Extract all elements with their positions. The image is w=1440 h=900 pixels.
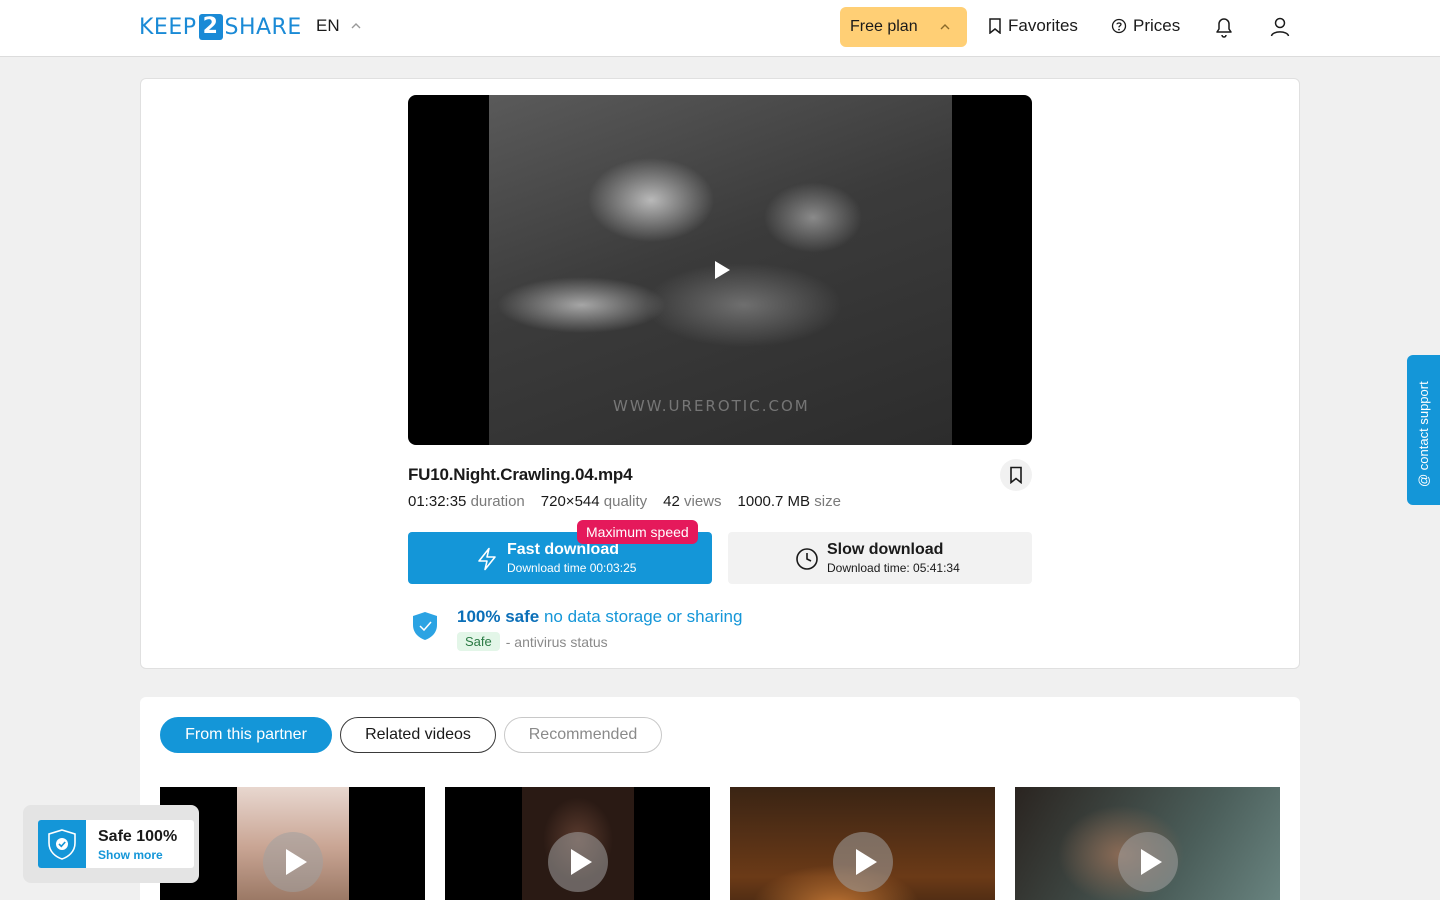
play-button[interactable] bbox=[548, 832, 608, 892]
safe-widget-shield bbox=[38, 820, 86, 868]
video-thumbnail[interactable] bbox=[445, 787, 710, 900]
help-circle-icon bbox=[1111, 18, 1127, 34]
logo-keep: KEEP bbox=[139, 14, 197, 40]
prices-link[interactable]: Prices bbox=[1111, 16, 1180, 36]
safety-light: no data storage or sharing bbox=[543, 607, 743, 626]
clock-icon bbox=[796, 548, 818, 570]
slow-download-title: Slow download bbox=[827, 541, 944, 558]
safe-widget-link[interactable]: Show more bbox=[98, 848, 163, 862]
free-plan-button[interactable]: Free plan bbox=[840, 7, 967, 47]
max-speed-badge: Maximum speed bbox=[577, 520, 698, 544]
logo-share: SHARE bbox=[224, 14, 302, 40]
chevron-up-icon bbox=[940, 24, 950, 30]
lightning-icon bbox=[478, 547, 496, 571]
antivirus-status: Safe - antivirus status bbox=[457, 632, 608, 651]
play-icon bbox=[571, 849, 592, 875]
bookmark-icon bbox=[1010, 466, 1022, 484]
shield-check-icon bbox=[48, 829, 76, 860]
video-thumbnail[interactable] bbox=[1015, 787, 1280, 900]
play-icon bbox=[856, 849, 877, 875]
antivirus-status-text: - antivirus status bbox=[505, 633, 608, 650]
slow-download-button[interactable]: Slow download Download time: 05:41:34 bbox=[728, 532, 1032, 584]
bell-icon[interactable] bbox=[1213, 15, 1235, 39]
tab-related-videos[interactable]: Related videos bbox=[340, 717, 496, 753]
play-button[interactable] bbox=[1118, 832, 1178, 892]
play-icon bbox=[1141, 849, 1162, 875]
suggestions-card: From this partner Related videos Recomme… bbox=[140, 697, 1300, 900]
play-icon[interactable] bbox=[713, 260, 731, 280]
favorites-link[interactable]: Favorites bbox=[988, 16, 1078, 36]
chevron-up-icon bbox=[351, 23, 361, 29]
video-thumbnail[interactable] bbox=[160, 787, 425, 900]
top-header: KEEP 2 SHARE EN Free plan Favorites Pric… bbox=[0, 0, 1440, 57]
prices-label: Prices bbox=[1133, 16, 1181, 35]
plan-label: Free plan bbox=[850, 18, 918, 35]
favorites-label: Favorites bbox=[1008, 16, 1078, 35]
safety-statement: 100% safe no data storage or sharing bbox=[457, 607, 742, 627]
safe-widget[interactable]: Safe 100% Show more bbox=[23, 805, 199, 883]
file-name: FU10.Night.Crawling.04.mp4 bbox=[408, 465, 633, 484]
video-thumbnail[interactable] bbox=[730, 787, 995, 900]
safe-widget-inner: Safe 100% Show more bbox=[38, 820, 194, 868]
meta-size: 1000.7 MB size bbox=[737, 493, 841, 510]
play-icon bbox=[286, 849, 307, 875]
safe-widget-title: Safe 100% bbox=[98, 828, 178, 845]
language-selector[interactable]: EN bbox=[316, 16, 362, 36]
language-label: EN bbox=[316, 16, 340, 35]
bookmark-icon bbox=[989, 18, 1001, 34]
user-icon[interactable] bbox=[1269, 15, 1291, 39]
logo-two: 2 bbox=[198, 14, 223, 40]
contact-support-label: @ contact support bbox=[1416, 381, 1431, 487]
play-button[interactable] bbox=[263, 832, 323, 892]
meta-quality: 720×544 quality bbox=[540, 493, 648, 510]
shield-check-icon bbox=[413, 612, 437, 640]
file-card: WWW.UREROTIC.COM FU10.Night.Crawling.04.… bbox=[140, 78, 1300, 669]
video-watermark: WWW.UREROTIC.COM bbox=[613, 397, 810, 415]
meta-duration: 01:32:35 duration bbox=[408, 493, 525, 510]
safe-tag: Safe bbox=[457, 632, 500, 651]
tab-from-this-partner[interactable]: From this partner bbox=[160, 717, 332, 753]
slow-download-time: Download time: 05:41:34 bbox=[827, 561, 960, 575]
play-button[interactable] bbox=[833, 832, 893, 892]
video-player[interactable]: WWW.UREROTIC.COM bbox=[408, 95, 1032, 445]
tab-recommended[interactable]: Recommended bbox=[504, 717, 662, 753]
contact-support-tab[interactable]: @ contact support bbox=[1407, 355, 1440, 505]
site-logo[interactable]: KEEP 2 SHARE bbox=[139, 14, 302, 40]
meta-views: 42 views bbox=[663, 493, 722, 510]
file-meta: 01:32:35 duration 720×544 quality 42 vie… bbox=[408, 493, 841, 510]
add-favorite-button[interactable] bbox=[1000, 459, 1032, 491]
fast-download-time: Download time 00:03:25 bbox=[507, 561, 637, 575]
safety-strong: 100% safe bbox=[457, 607, 540, 626]
